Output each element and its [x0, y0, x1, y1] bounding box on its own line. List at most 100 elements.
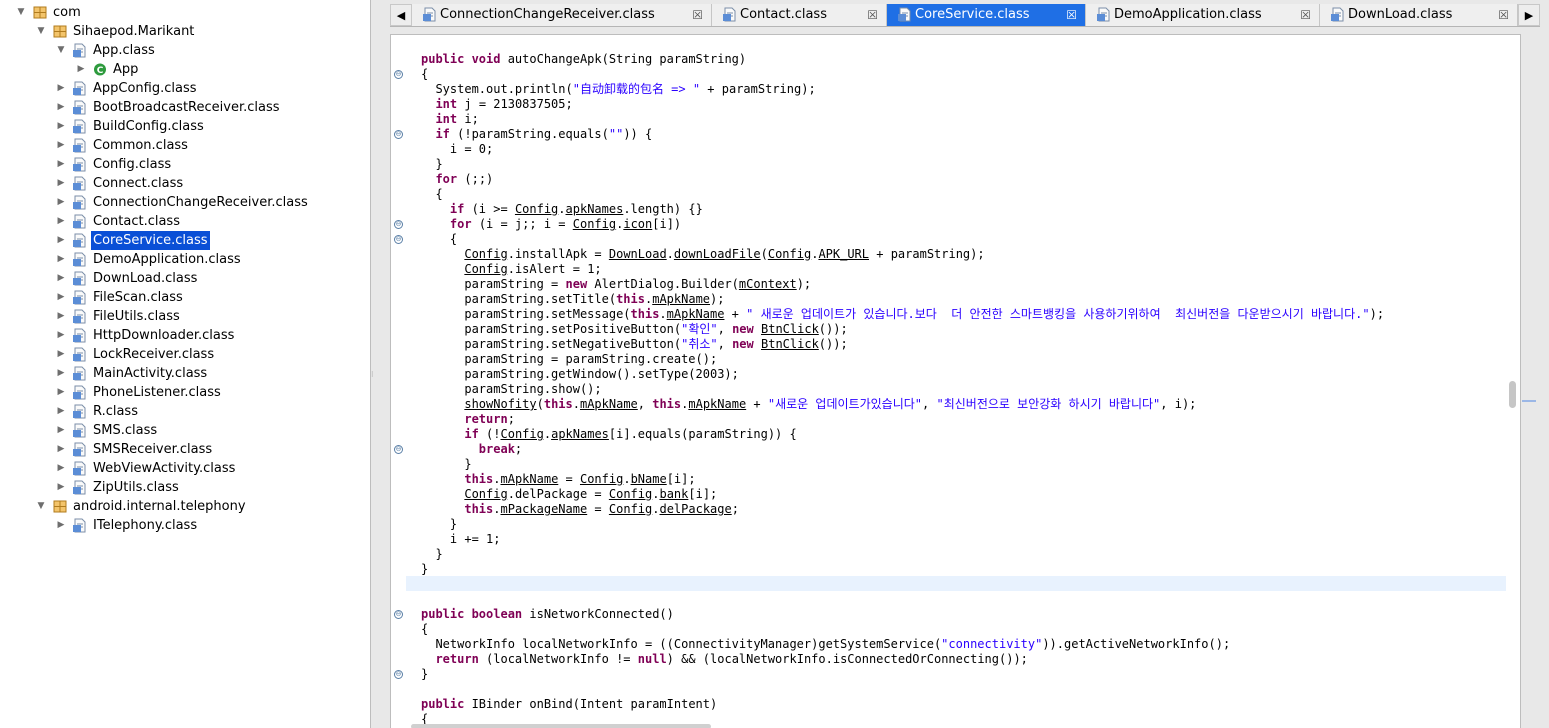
expand-arrow-icon[interactable]: ▶: [55, 326, 67, 345]
tree-item[interactable]: ▶ Connect.class: [0, 174, 370, 193]
tree-item[interactable]: ▶ ConnectionChangeReceiver.class: [0, 193, 370, 212]
fold-toggle-icon[interactable]: ⊖: [394, 610, 403, 619]
collapse-arrow-icon[interactable]: ▼: [15, 3, 27, 22]
expand-arrow-icon[interactable]: ▶: [55, 231, 67, 250]
tree-item[interactable]: ▶ WebViewActivity.class: [0, 459, 370, 478]
tree-item[interactable]: ▶ BuildConfig.class: [0, 117, 370, 136]
tree-item-label: Common.class: [93, 138, 188, 153]
expand-arrow-icon[interactable]: ▶: [55, 269, 67, 288]
pane-splitter[interactable]: [371, 0, 390, 728]
expand-arrow-icon[interactable]: ▶: [55, 402, 67, 421]
expand-arrow-icon[interactable]: ▶: [55, 155, 67, 174]
collapse-arrow-icon[interactable]: ▼: [35, 497, 47, 516]
class-file-icon: [72, 271, 88, 286]
tree-item[interactable]: ▶ AppConfig.class: [0, 79, 370, 98]
tree-item[interactable]: ▶ CoreService.class: [0, 231, 370, 250]
collapse-arrow-icon[interactable]: ▼: [55, 41, 67, 60]
expand-arrow-icon[interactable]: ▶: [55, 98, 67, 117]
editor-tab[interactable]: DemoApplication.class ☒: [1086, 4, 1320, 26]
expand-arrow-icon[interactable]: ▶: [55, 383, 67, 402]
editor-tab[interactable]: CoreService.class ☒: [887, 4, 1086, 26]
editor-tab[interactable]: ConnectionChangeReceiver.class ☒: [412, 4, 712, 26]
tree-item[interactable]: ▶ LockReceiver.class: [0, 345, 370, 364]
collapse-arrow-icon[interactable]: ▼: [35, 22, 47, 41]
code-line: public IBinder onBind(Intent paramIntent…: [421, 697, 718, 711]
tree-item[interactable]: ▶ ZipUtils.class: [0, 478, 370, 497]
tree-item[interactable]: ▼ App.class: [0, 41, 370, 60]
class-file-icon: [72, 195, 88, 210]
code-line: int j = 2130837505;: [435, 97, 573, 111]
expand-arrow-icon[interactable]: ▶: [55, 307, 67, 326]
splitter-grip-icon[interactable]: ⁝: [371, 370, 379, 379]
code-line: paramString.getWindow().setType(2003);: [421, 367, 739, 381]
tree-item[interactable]: ▶ DownLoad.class: [0, 269, 370, 288]
tree-item[interactable]: ▼ Sihaepod.Marikant: [0, 22, 370, 41]
code-text[interactable]: public void autoChangeApk(String paramSt…: [421, 52, 1384, 728]
tree-item[interactable]: ▶ SMSReceiver.class: [0, 440, 370, 459]
fold-toggle-icon[interactable]: ⊖: [394, 235, 403, 244]
tree-item[interactable]: ▼ android.internal.telephony: [0, 497, 370, 516]
fold-toggle-icon[interactable]: ⊖: [394, 130, 403, 139]
expand-arrow-icon[interactable]: ▶: [55, 79, 67, 98]
expand-arrow-icon[interactable]: ▶: [75, 60, 87, 79]
tree-item-label: BootBroadcastReceiver.class: [93, 100, 280, 115]
expand-arrow-icon[interactable]: ▶: [55, 212, 67, 231]
expand-arrow-icon[interactable]: ▶: [55, 174, 67, 193]
vertical-scrollbar-thumb[interactable]: [1509, 381, 1516, 408]
tree-item[interactable]: ▶ FileUtils.class: [0, 307, 370, 326]
tree-item[interactable]: ▶ Common.class: [0, 136, 370, 155]
class-file-icon: [1330, 7, 1346, 22]
tab-close-icon[interactable]: ☒: [1066, 4, 1077, 26]
class-file-icon: [72, 119, 88, 134]
overview-ruler-marker[interactable]: [1522, 400, 1536, 402]
expand-arrow-icon[interactable]: ▶: [55, 136, 67, 155]
editor-tab[interactable]: DownLoad.class ☒: [1320, 4, 1518, 26]
tab-label: DemoApplication.class: [1114, 7, 1262, 22]
class-file-icon: [72, 442, 88, 457]
editor-tab[interactable]: Contact.class ☒: [712, 4, 887, 26]
tree-item[interactable]: ▶ BootBroadcastReceiver.class: [0, 98, 370, 117]
tab-close-icon[interactable]: ☒: [1300, 4, 1311, 26]
tree-item-label: ZipUtils.class: [93, 480, 179, 495]
expand-arrow-icon[interactable]: ▶: [55, 364, 67, 383]
tree-item[interactable]: ▼ com: [0, 3, 370, 22]
expand-arrow-icon[interactable]: ▶: [55, 193, 67, 212]
fold-toggle-icon[interactable]: ⊖: [394, 445, 403, 454]
tab-close-icon[interactable]: ☒: [867, 4, 878, 26]
expand-arrow-icon[interactable]: ▶: [55, 345, 67, 364]
tree-item[interactable]: ▶ SMS.class: [0, 421, 370, 440]
code-line: return (localNetworkInfo != null) && (lo…: [435, 652, 1028, 666]
tree-item[interactable]: ▶ HttpDownloader.class: [0, 326, 370, 345]
tab-close-icon[interactable]: ☒: [1498, 4, 1509, 26]
expand-arrow-icon[interactable]: ▶: [55, 421, 67, 440]
tab-scroll-right-icon[interactable]: ▶: [1518, 4, 1540, 26]
tree-item-label: DemoApplication.class: [93, 252, 241, 267]
code-line: {: [421, 187, 443, 201]
class-file-icon: [72, 328, 88, 343]
tree-item[interactable]: ▶ ITelephony.class: [0, 516, 370, 535]
tree-item[interactable]: ▶ Config.class: [0, 155, 370, 174]
expand-arrow-icon[interactable]: ▶: [55, 117, 67, 136]
tree-item[interactable]: ▶ FileScan.class: [0, 288, 370, 307]
fold-toggle-icon[interactable]: ⊖: [394, 70, 403, 79]
expand-arrow-icon[interactable]: ▶: [55, 250, 67, 269]
code-editor[interactable]: ⊖ ⊖ ⊖ ⊖ ⊖ ⊖ ⊖ public void autoChangeApk(String…: [390, 34, 1521, 728]
code-line: }: [421, 157, 443, 171]
expand-arrow-icon[interactable]: ▶: [55, 288, 67, 307]
tree-item[interactable]: ▶ Contact.class: [0, 212, 370, 231]
fold-toggle-icon[interactable]: ⊖: [394, 670, 403, 679]
tree-item[interactable]: ▶ MainActivity.class: [0, 364, 370, 383]
expand-arrow-icon[interactable]: ▶: [55, 459, 67, 478]
expand-arrow-icon[interactable]: ▶: [55, 516, 67, 535]
horizontal-scrollbar-thumb[interactable]: [411, 724, 711, 728]
tab-close-icon[interactable]: ☒: [692, 4, 703, 26]
tree-item[interactable]: ▶ DemoApplication.class: [0, 250, 370, 269]
fold-toggle-icon[interactable]: ⊖: [394, 220, 403, 229]
tree-item[interactable]: ▶ R.class: [0, 402, 370, 421]
expand-arrow-icon[interactable]: ▶: [55, 478, 67, 497]
tree-item[interactable]: ▶ C App: [0, 60, 370, 79]
expand-arrow-icon[interactable]: ▶: [55, 440, 67, 459]
tab-scroll-left-icon[interactable]: ◀: [390, 4, 412, 26]
tree-item[interactable]: ▶ PhoneListener.class: [0, 383, 370, 402]
